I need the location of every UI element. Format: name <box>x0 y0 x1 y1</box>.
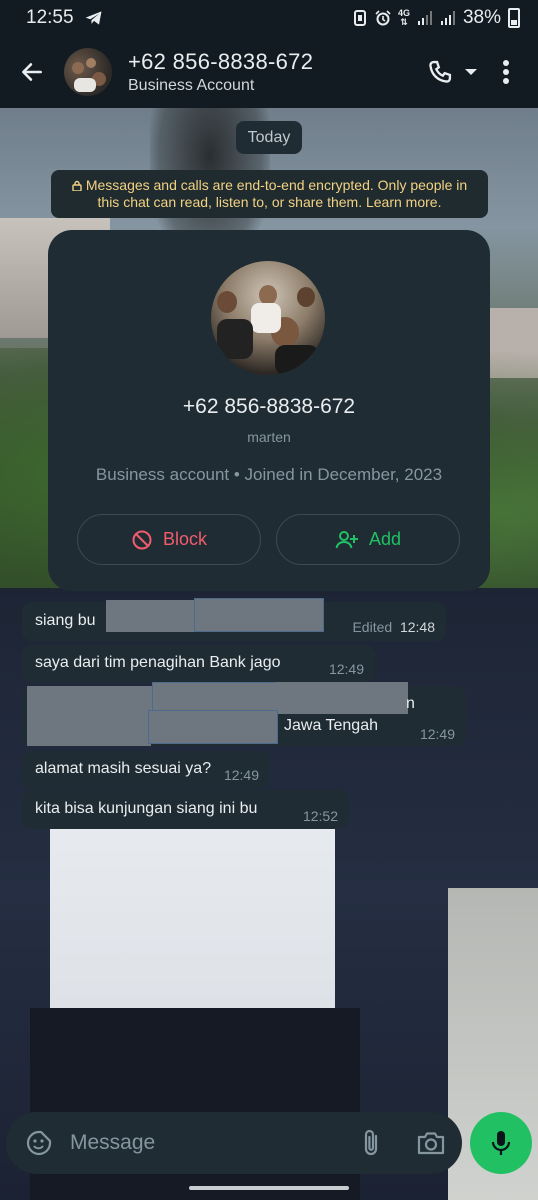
contact-card-phone: +62 856-8838-672 <box>182 395 356 418</box>
chat-header: +62 856-8838-672 Business Account <box>0 36 538 108</box>
redacted-block <box>194 598 324 632</box>
camera-icon <box>417 1132 445 1155</box>
message-text: alamat masih sesuai ya? <box>35 760 212 777</box>
encryption-notice-text: Messages and calls are end-to-end encryp… <box>85 177 468 210</box>
contact-card-avatar[interactable] <box>211 261 325 375</box>
message-meta: Edited 12:48 <box>352 619 435 635</box>
message-bubble[interactable]: kita bisa kunjungan siang ini bu 12:52 <box>22 790 349 829</box>
contact-header-info[interactable]: +62 856-8838-672 Business Account <box>128 49 313 95</box>
menu-button[interactable] <box>488 59 524 85</box>
redacted-block <box>27 686 157 714</box>
redacted-block <box>106 600 198 632</box>
redacted-block <box>27 714 151 746</box>
battery-icon <box>508 8 520 28</box>
mic-icon <box>491 1131 511 1155</box>
phone-icon <box>429 60 452 83</box>
add-contact-button[interactable]: Add <box>276 514 460 565</box>
status-time: 12:55 <box>26 7 74 28</box>
paperclip-icon <box>364 1129 378 1156</box>
edited-label: Edited <box>352 619 393 635</box>
nfc-icon <box>353 10 366 26</box>
block-button[interactable]: Block <box>77 514 261 565</box>
lock-icon <box>72 180 82 191</box>
message-text-tail: n <box>406 695 415 712</box>
contact-card: +62 856-8838-672 marten Business account… <box>48 230 490 591</box>
contact-subtitle: Business Account <box>128 77 255 94</box>
camera-button[interactable] <box>414 1126 448 1160</box>
message-bubble[interactable]: siang bu Edited 12:48 <box>22 598 446 641</box>
arrow-left-icon <box>22 63 42 81</box>
call-button[interactable] <box>426 58 478 86</box>
telegram-icon <box>85 11 102 25</box>
message-input[interactable]: Message <box>70 1131 354 1155</box>
message-bubble[interactable]: saya dari tim penagihan Bank jago 12:49 <box>22 645 375 683</box>
contact-card-name: marten <box>247 429 291 445</box>
message-time: 12:52 <box>302 808 338 824</box>
redacted-block <box>276 682 408 714</box>
date-chip: Today <box>236 121 302 154</box>
block-label: Block <box>162 529 207 549</box>
message-text: saya dari tim penagihan Bank jago <box>35 654 281 671</box>
message-time: 12:49 <box>419 726 455 742</box>
message-text: Jawa Tengah <box>284 717 378 734</box>
message-time: 12:49 <box>223 767 259 783</box>
message-bubble[interactable]: alamat masih sesuai ya? 12:49 <box>22 751 270 789</box>
more-vert-icon <box>503 60 509 84</box>
add-person-icon <box>335 530 358 548</box>
encryption-notice[interactable]: Messages and calls are end-to-end encryp… <box>51 170 488 218</box>
battery-percent: 38% <box>462 7 501 28</box>
status-bar: 12:55 4G ⇅ 38% <box>0 0 538 36</box>
sticker-button[interactable] <box>24 1128 54 1158</box>
chevron-down-icon <box>465 69 477 75</box>
attach-button[interactable] <box>354 1126 388 1160</box>
sticker-icon <box>26 1130 52 1156</box>
message-text: kita bisa kunjungan siang ini bu <box>35 800 258 817</box>
message-text: siang bu <box>35 612 96 629</box>
block-icon <box>132 530 152 549</box>
gesture-nav-bar[interactable] <box>189 1186 349 1190</box>
redacted-block <box>148 710 278 744</box>
message-time: 12:49 <box>328 661 364 677</box>
contact-title: +62 856-8838-672 <box>128 49 314 74</box>
network-type: 4G ⇅ <box>397 8 410 27</box>
message-composer: Message <box>6 1112 462 1174</box>
back-button[interactable] <box>0 36 64 108</box>
message-bubble[interactable]: n Jawa Tengah 12:49 <box>22 682 466 746</box>
signal-icon-2 <box>440 11 455 25</box>
contact-avatar[interactable] <box>64 48 112 96</box>
alarm-icon <box>375 10 391 26</box>
add-label: Add <box>368 529 402 549</box>
signal-icon <box>417 11 432 25</box>
voice-message-button[interactable] <box>470 1112 532 1174</box>
message-time: 12:48 <box>399 619 435 635</box>
contact-card-info: Business account • Joined in December, 2… <box>95 465 443 484</box>
